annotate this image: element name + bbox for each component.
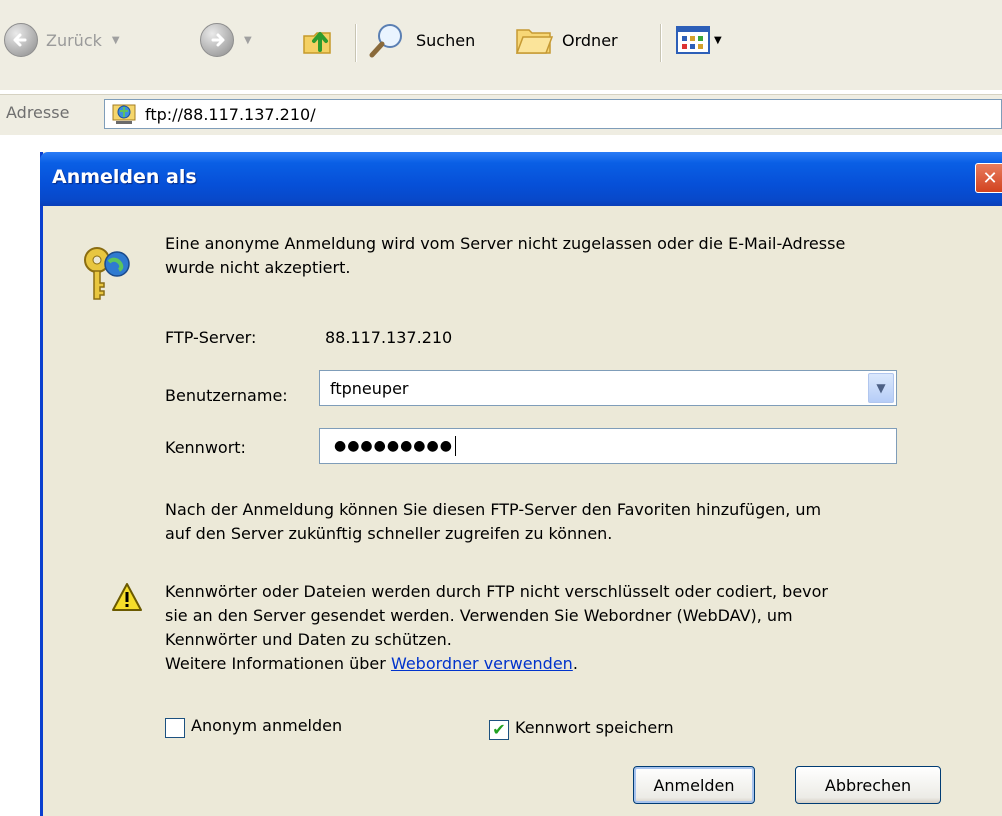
checkmark-icon: ✔ [492, 720, 506, 739]
toolbar-separator [355, 24, 357, 62]
search-label: Suchen [416, 30, 476, 50]
cancel-button[interactable]: Abbrechen [795, 766, 941, 804]
address-value: ftp://88.117.137.210/ [145, 104, 316, 124]
server-value: 88.117.137.210 [325, 328, 453, 347]
folder-up-icon [303, 32, 331, 54]
info-line-2: auf den Server zukünftig schneller zugre… [165, 524, 613, 543]
warning-line-2: sie an den Server gesendet werden. Verwe… [165, 606, 793, 625]
cancel-button-label: Abbrechen [824, 775, 912, 795]
address-input[interactable]: ftp://88.117.137.210/ [104, 99, 1002, 129]
folders-button[interactable]: Ordner [514, 20, 618, 60]
webfolder-help-link[interactable]: Webordner verwenden [391, 654, 573, 673]
warning-line-3: Kennwörter und Daten zu schützen. [165, 630, 452, 649]
back-dropdown-icon[interactable]: ▼ [112, 35, 120, 46]
close-icon: ✕ [982, 167, 998, 189]
message-line-2: wurde nicht akzeptiert. [165, 258, 351, 277]
search-button[interactable]: Suchen [368, 20, 475, 60]
username-value: ftpneuper [330, 378, 409, 398]
views-button[interactable]: ▼ [676, 20, 722, 60]
message-line-1: Eine anonyme Anmeldung wird vom Server n… [165, 234, 846, 253]
username-combobox[interactable]: ftpneuper ▼ [319, 370, 897, 406]
toolbar-separator [660, 24, 662, 62]
password-value: ●●●●●●●●● [334, 438, 453, 454]
anonymous-checkbox[interactable] [165, 718, 185, 738]
back-arrow-icon [4, 23, 38, 57]
dialog-title: Anmelden als [52, 166, 197, 188]
login-button-label: Anmelden [653, 775, 735, 795]
password-field[interactable]: ●●●●●●●●● [319, 428, 897, 464]
back-label: Zurück [46, 30, 102, 50]
forward-dropdown-icon[interactable]: ▼ [244, 35, 252, 46]
login-button[interactable]: Anmelden [633, 766, 755, 804]
address-bar: Adresse ftp://88.117.137.210/ [0, 94, 1002, 135]
save-password-label[interactable]: Kennwort speichern [515, 716, 674, 740]
keys-icon [84, 247, 130, 300]
warning-line-1: Kennwörter oder Dateien werden durch FTP… [165, 582, 828, 601]
search-magnifier-icon [369, 24, 402, 58]
server-label: FTP-Server: [165, 328, 257, 347]
more-info-line: Weitere Informationen über Webordner ver… [165, 652, 578, 676]
forward-arrow-icon [200, 23, 234, 57]
dialog-titlebar[interactable]: Anmelden als ✕ [40, 152, 1002, 206]
password-label: Kennwort: [165, 438, 246, 457]
address-label: Adresse [6, 103, 70, 122]
back-button[interactable]: Zurück ▼ [4, 20, 120, 60]
warning-icon [112, 583, 142, 611]
anonymous-label[interactable]: Anonym anmelden [191, 714, 342, 738]
close-button[interactable]: ✕ [975, 163, 1002, 193]
folder-icon [515, 29, 554, 54]
info-line-1: Nach der Anmeldung können Sie diesen FTP… [165, 500, 822, 519]
username-label: Benutzername: [165, 386, 288, 405]
views-icon [676, 26, 710, 54]
ftp-folder-icon [112, 104, 136, 124]
more-info-prefix: Weitere Informationen über [165, 654, 391, 673]
text-cursor [454, 436, 456, 456]
more-info-suffix: . [572, 654, 578, 673]
forward-button[interactable]: ▼ [200, 20, 252, 60]
explorer-toolbar: Zurück ▼ ▼ Suchen Ordner ▼ [0, 0, 1002, 90]
chevron-down-icon[interactable]: ▼ [868, 373, 894, 403]
up-button[interactable] [300, 20, 336, 60]
save-password-checkbox[interactable]: ✔ [489, 720, 509, 740]
views-dropdown-icon[interactable]: ▼ [714, 35, 722, 46]
login-dialog: Anmelden als ✕ Eine anonyme Anmeldung wi… [40, 152, 1002, 816]
folders-label: Ordner [562, 30, 618, 50]
